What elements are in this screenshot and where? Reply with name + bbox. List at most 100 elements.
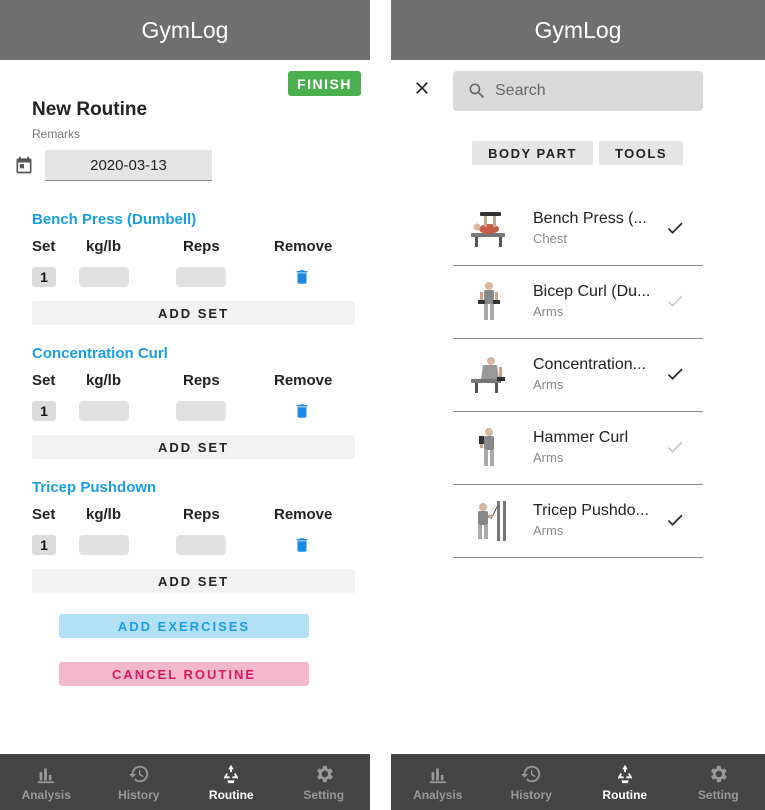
history-icon [128, 765, 148, 782]
remove-column-header: Remove [274, 506, 333, 523]
exercise-body-part: Arms [533, 377, 564, 392]
weight-column-header: kg/lb [86, 372, 122, 389]
reps-input[interactable] [176, 535, 226, 555]
exercise-block: Concentration Curl Set kg/lb Reps Remove… [0, 345, 370, 471]
check-icon[interactable] [665, 437, 685, 457]
exercise-block: Bench Press (Dumbell) Set kg/lb Reps Rem… [0, 211, 370, 337]
trash-icon[interactable] [293, 267, 311, 287]
bench-press-thumbnail [471, 212, 505, 247]
nav-label: Analysis [413, 787, 463, 802]
routine-editor-screen: GymLog FINISH New Routine Remarks 2020-0… [0, 0, 370, 810]
set-number: 1 [32, 535, 56, 555]
nav-label: Setting [697, 787, 739, 802]
list-item[interactable]: Hammer Curl Arms [453, 412, 703, 485]
calendar-icon[interactable] [14, 155, 34, 175]
tools-filter-button[interactable]: TOOLS [599, 141, 683, 165]
recycle-icon [617, 764, 632, 783]
add-set-button[interactable]: ADD SET [32, 569, 355, 593]
set-column-header: Set [32, 238, 56, 255]
nav-label: History [510, 787, 552, 802]
search-icon [469, 83, 485, 99]
trash-icon[interactable] [293, 535, 311, 555]
recycle-icon [224, 764, 239, 783]
bicep-curl-thumbnail [478, 282, 500, 320]
bar-chart-icon [429, 768, 446, 783]
nav-routine[interactable]: Routine [578, 754, 672, 810]
set-column-header: Set [32, 506, 56, 523]
reps-input[interactable] [176, 401, 226, 421]
app-header: GymLog [391, 0, 765, 60]
bar-chart-icon [38, 768, 55, 783]
exercise-body-part: Arms [533, 304, 564, 319]
weight-column-header: kg/lb [86, 506, 122, 523]
nav-label: History [118, 787, 160, 802]
gear-icon [316, 765, 333, 782]
set-number: 1 [32, 267, 56, 287]
nav-label: Setting [303, 787, 345, 802]
finish-button[interactable]: FINISH [288, 71, 361, 96]
app-title: GymLog [534, 16, 622, 43]
check-icon[interactable] [665, 510, 685, 530]
remarks-field[interactable]: Remarks [32, 127, 80, 141]
set-number: 1 [32, 401, 56, 421]
check-icon[interactable] [665, 218, 685, 238]
exercise-title: Tricep Pushdo... [533, 502, 649, 519]
list-item[interactable]: Bicep Curl (Du... Arms [453, 266, 703, 339]
weight-input[interactable] [79, 535, 129, 555]
date-field[interactable]: 2020-03-13 [45, 150, 212, 181]
nav-label: Routine [208, 787, 254, 802]
reps-column-header: Reps [183, 372, 220, 389]
app-title: GymLog [141, 16, 229, 43]
app-header: GymLog [0, 0, 370, 60]
remove-column-header: Remove [274, 238, 333, 255]
trash-icon[interactable] [293, 401, 311, 421]
routine-title[interactable]: New Routine [32, 99, 147, 121]
concentration-curl-thumbnail [471, 357, 505, 393]
exercise-title: Bench Press (... [533, 210, 647, 227]
exercise-title: Hammer Curl [533, 429, 629, 446]
nav-setting[interactable]: Setting [278, 754, 371, 810]
exercise-picker-screen: GymLog Search BODY PART TOOLS Bench Pres… [391, 0, 765, 810]
body-part-filter-button[interactable]: BODY PART [472, 141, 593, 165]
nav-analysis[interactable]: Analysis [391, 754, 485, 810]
nav-history[interactable]: History [93, 754, 186, 810]
weight-input[interactable] [79, 267, 129, 287]
nav-setting[interactable]: Setting [672, 754, 765, 810]
reps-column-header: Reps [183, 238, 220, 255]
search-input[interactable]: Search [453, 71, 703, 111]
list-item[interactable]: Concentration... Arms [453, 339, 703, 412]
bottom-nav: Analysis History Routine Setting [0, 754, 370, 810]
list-item[interactable]: Tricep Pushdo... Arms [453, 485, 703, 558]
reps-input[interactable] [176, 267, 226, 287]
nav-history[interactable]: History [485, 754, 579, 810]
search-placeholder: Search [495, 82, 546, 99]
add-exercises-button[interactable]: ADD EXERCISES [59, 614, 309, 638]
exercise-name[interactable]: Tricep Pushdown [32, 479, 156, 496]
hammer-curl-thumbnail [479, 428, 494, 466]
weight-input[interactable] [79, 401, 129, 421]
tricep-pushdown-thumbnail [478, 501, 506, 541]
exercise-body-part: Arms [533, 523, 564, 538]
exercise-name[interactable]: Concentration Curl [32, 345, 168, 362]
close-icon[interactable] [412, 78, 432, 98]
add-set-button[interactable]: ADD SET [32, 435, 355, 459]
weight-column-header: kg/lb [86, 238, 122, 255]
nav-label: Routine [602, 787, 648, 802]
check-icon[interactable] [665, 364, 685, 384]
reps-column-header: Reps [183, 506, 220, 523]
exercise-body-part: Arms [533, 450, 564, 465]
exercise-block: Tricep Pushdown Set kg/lb Reps Remove 1 … [0, 479, 370, 605]
cancel-routine-button[interactable]: CANCEL ROUTINE [59, 662, 309, 686]
set-column-header: Set [32, 372, 56, 389]
nav-label: Analysis [21, 787, 71, 802]
list-item[interactable]: Bench Press (... Chest [453, 193, 703, 266]
check-icon[interactable] [665, 291, 685, 311]
exercise-name[interactable]: Bench Press (Dumbell) [32, 211, 196, 228]
nav-routine[interactable]: Routine [185, 754, 278, 810]
exercise-title: Concentration... [533, 356, 646, 373]
add-set-button[interactable]: ADD SET [32, 301, 355, 325]
remove-column-header: Remove [274, 372, 333, 389]
gear-icon [711, 765, 728, 782]
nav-analysis[interactable]: Analysis [0, 754, 93, 810]
exercise-title: Bicep Curl (Du... [533, 283, 651, 300]
